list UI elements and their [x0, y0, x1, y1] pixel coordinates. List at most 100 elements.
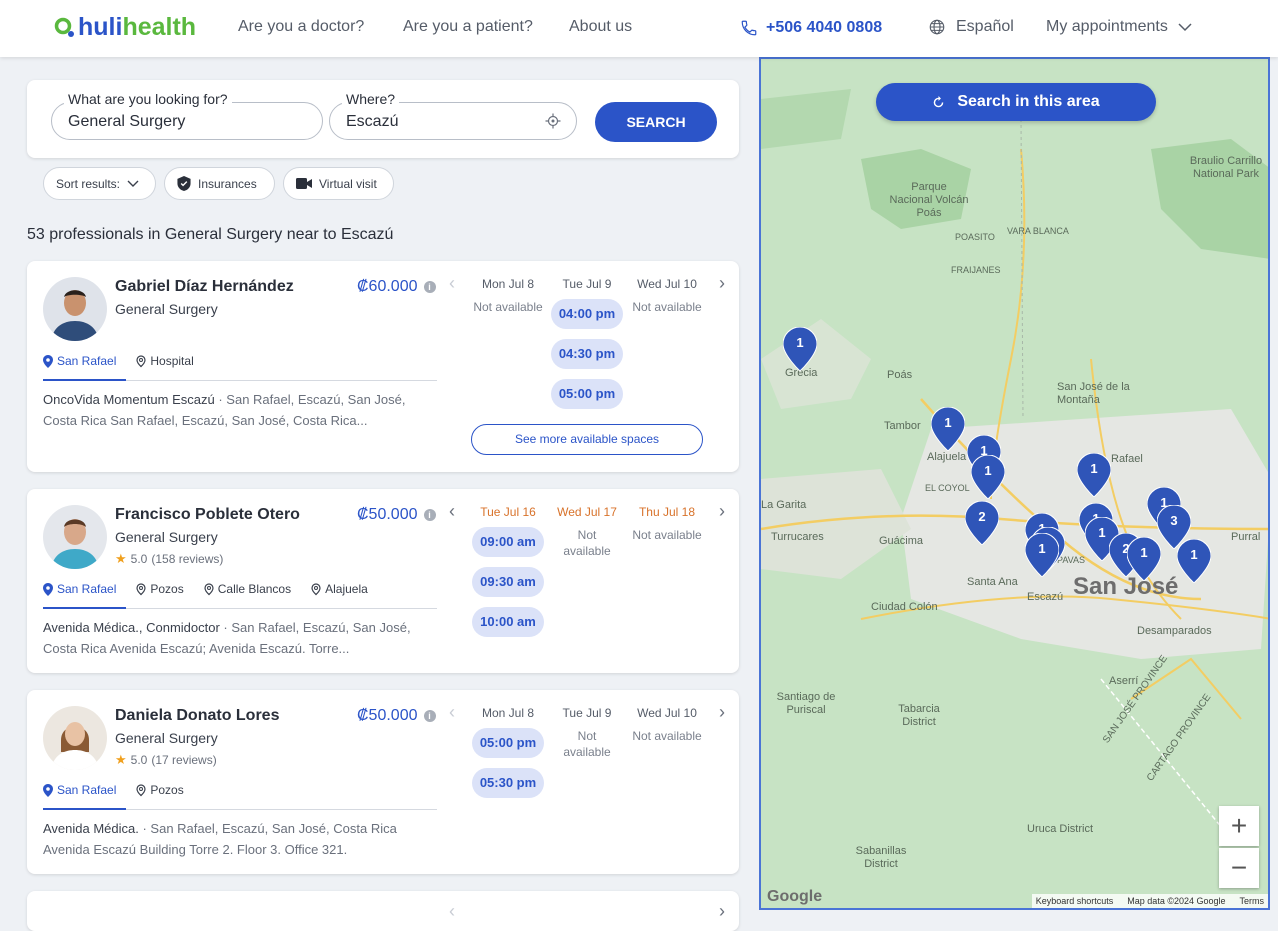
locate-icon[interactable] — [544, 112, 562, 130]
doctor-name[interactable]: Daniela Donato Lores — [115, 707, 279, 725]
rating: ★ 5.0 (17 reviews) — [115, 752, 217, 768]
avatar[interactable] — [43, 505, 107, 569]
google-logo[interactable]: Google — [767, 888, 822, 906]
specialty-input[interactable]: General Surgery — [68, 113, 185, 131]
map-label: Santiago de Puriscal — [776, 691, 836, 716]
day-column: Tue Jul 16 09:00 am 09:30 am 10:00 am — [471, 505, 545, 637]
location-tab-pozos[interactable]: Pozos — [136, 780, 184, 800]
specialty-field[interactable]: What are you looking for? General Surger… — [51, 91, 323, 140]
consultation-price: ₡50.000 i — [357, 506, 436, 524]
virtual-visit-filter[interactable]: Virtual visit — [283, 167, 394, 200]
location-tabs: San Rafael Pozos — [43, 780, 184, 800]
map-pin-marker[interactable]: 1 — [1126, 536, 1162, 582]
location-tab-pozos[interactable]: Pozos — [136, 579, 184, 599]
prev-dates-arrow[interactable]: ‹ — [449, 273, 455, 294]
results-count: 53 professionals in General Surgery near… — [27, 226, 394, 243]
prev-dates-arrow[interactable]: ‹ — [449, 901, 455, 922]
location-tab-san-rafael[interactable]: San Rafael — [43, 780, 116, 800]
next-dates-arrow[interactable]: › — [719, 702, 725, 723]
review-count[interactable]: (17 reviews) — [151, 753, 216, 767]
logo[interactable]: huli health — [54, 13, 196, 42]
avatar[interactable] — [43, 277, 107, 341]
appointments-label: My appointments — [1046, 18, 1168, 35]
next-dates-arrow[interactable]: › — [719, 273, 725, 294]
zoom-in-button[interactable]: + — [1219, 806, 1259, 846]
day-header: Thu Jul 18 — [638, 505, 696, 519]
info-icon[interactable]: i — [423, 509, 436, 521]
pin-count: 1 — [1038, 541, 1046, 556]
prev-dates-arrow[interactable]: ‹ — [449, 702, 455, 723]
review-count[interactable]: (158 reviews) — [151, 552, 223, 566]
clinic-address: Avenida Médica., Conmidoctor · San Rafae… — [43, 617, 437, 659]
map-pin-marker[interactable]: 1 — [930, 406, 966, 452]
search-in-area-button[interactable]: Search in this area — [876, 83, 1156, 121]
location-tab-alajuela[interactable]: Alajuela — [311, 579, 368, 599]
language-selector[interactable]: Español — [928, 18, 1014, 36]
day-column: Wed Jul 17 Not available — [550, 505, 624, 559]
nav-about[interactable]: About us — [569, 18, 632, 36]
doctor-card[interactable]: Francisco Poblete Otero General Surgery … — [27, 489, 739, 673]
logo-prefix: huli — [78, 13, 123, 41]
time-slot[interactable]: 09:00 am — [472, 527, 544, 557]
location-field[interactable]: Where? Escazú — [329, 91, 577, 140]
search-panel: What are you looking for? General Surger… — [27, 80, 739, 158]
prev-dates-arrow[interactable]: ‹ — [449, 501, 455, 522]
pin-count: 1 — [1140, 545, 1148, 560]
phone-link[interactable]: +506 4040 0808 — [740, 19, 882, 37]
map-pin-marker[interactable]: 1 — [1176, 538, 1212, 584]
map-pin-marker[interactable]: 1 — [970, 454, 1006, 500]
next-dates-arrow[interactable]: › — [719, 501, 725, 522]
location-tabs: San Rafael Hospital — [43, 351, 194, 371]
location-tab-san-rafael[interactable]: San Rafael — [43, 351, 116, 371]
time-slot[interactable]: 09:30 am — [472, 567, 544, 597]
map-label: Braulio Carrillo National Park — [1189, 155, 1263, 180]
location-tab-label: San Rafael — [57, 354, 117, 368]
location-tab-hospital[interactable]: Hospital — [136, 351, 194, 371]
zoom-out-button[interactable]: − — [1219, 848, 1259, 888]
nav-doctor[interactable]: Are you a doctor? — [238, 18, 364, 36]
not-available: Not available — [473, 300, 543, 314]
info-icon[interactable]: i — [423, 281, 436, 293]
doctor-name[interactable]: Francisco Poblete Otero — [115, 506, 300, 524]
time-slot[interactable]: 04:00 pm — [551, 299, 623, 329]
time-slot[interactable]: 05:30 pm — [472, 768, 544, 798]
my-appointments-menu[interactable]: My appointments — [1046, 18, 1192, 36]
map-pin-marker[interactable]: 1 — [1076, 452, 1112, 498]
time-slot[interactable]: 05:00 pm — [472, 728, 544, 758]
location-tab-san-rafael[interactable]: San Rafael — [43, 579, 116, 599]
sort-dropdown[interactable]: Sort results: — [43, 167, 156, 200]
shield-icon — [177, 176, 191, 191]
terms-link[interactable]: Terms — [1240, 896, 1265, 906]
nav-patient[interactable]: Are you a patient? — [403, 18, 533, 36]
see-more-button[interactable]: See more available spaces — [471, 424, 703, 455]
map[interactable]: Search in this area Parque Nacional Volc… — [759, 57, 1270, 910]
next-dates-arrow[interactable]: › — [719, 901, 725, 922]
doctor-card[interactable]: Gabriel Díaz Hernández General Surgery ₡… — [27, 261, 739, 472]
map-label: La Garita — [761, 499, 807, 511]
info-icon[interactable]: i — [423, 710, 436, 722]
day-column: Wed Jul 10 Not available — [630, 277, 704, 315]
day-header: Tue Jul 9 — [562, 277, 612, 291]
pin-count: 3 — [1170, 513, 1178, 528]
time-slot[interactable]: 05:00 pm — [551, 379, 623, 409]
location-tab-calle-blancos[interactable]: Calle Blancos — [204, 579, 291, 599]
doctor-card[interactable]: ‹ › — [27, 891, 739, 931]
doctor-name[interactable]: Gabriel Díaz Hernández — [115, 278, 294, 296]
day-header: Wed Jul 17 — [557, 505, 617, 519]
map-pin-marker[interactable]: 1 — [782, 326, 818, 372]
avatar[interactable] — [43, 706, 107, 770]
map-pin-marker[interactable]: 1 — [1024, 532, 1060, 578]
map-pin-marker[interactable]: 2 — [964, 500, 1000, 546]
time-slot[interactable]: 04:30 pm — [551, 339, 623, 369]
map-label: Alajuela — [927, 451, 967, 463]
location-input[interactable]: Escazú — [346, 113, 398, 131]
insurances-filter[interactable]: Insurances — [164, 167, 275, 200]
time-slot[interactable]: 10:00 am — [472, 607, 544, 637]
doctor-card[interactable]: Daniela Donato Lores General Surgery ★ 5… — [27, 690, 739, 874]
map-background[interactable] — [761, 59, 1270, 910]
search-button[interactable]: SEARCH — [595, 102, 717, 142]
tab-underline — [43, 607, 126, 609]
map-attribution: Keyboard shortcuts Map data ©2024 Google… — [1031, 894, 1268, 908]
keyboard-shortcuts-link[interactable]: Keyboard shortcuts — [1036, 896, 1114, 906]
day-header: Mon Jul 8 — [481, 706, 535, 720]
